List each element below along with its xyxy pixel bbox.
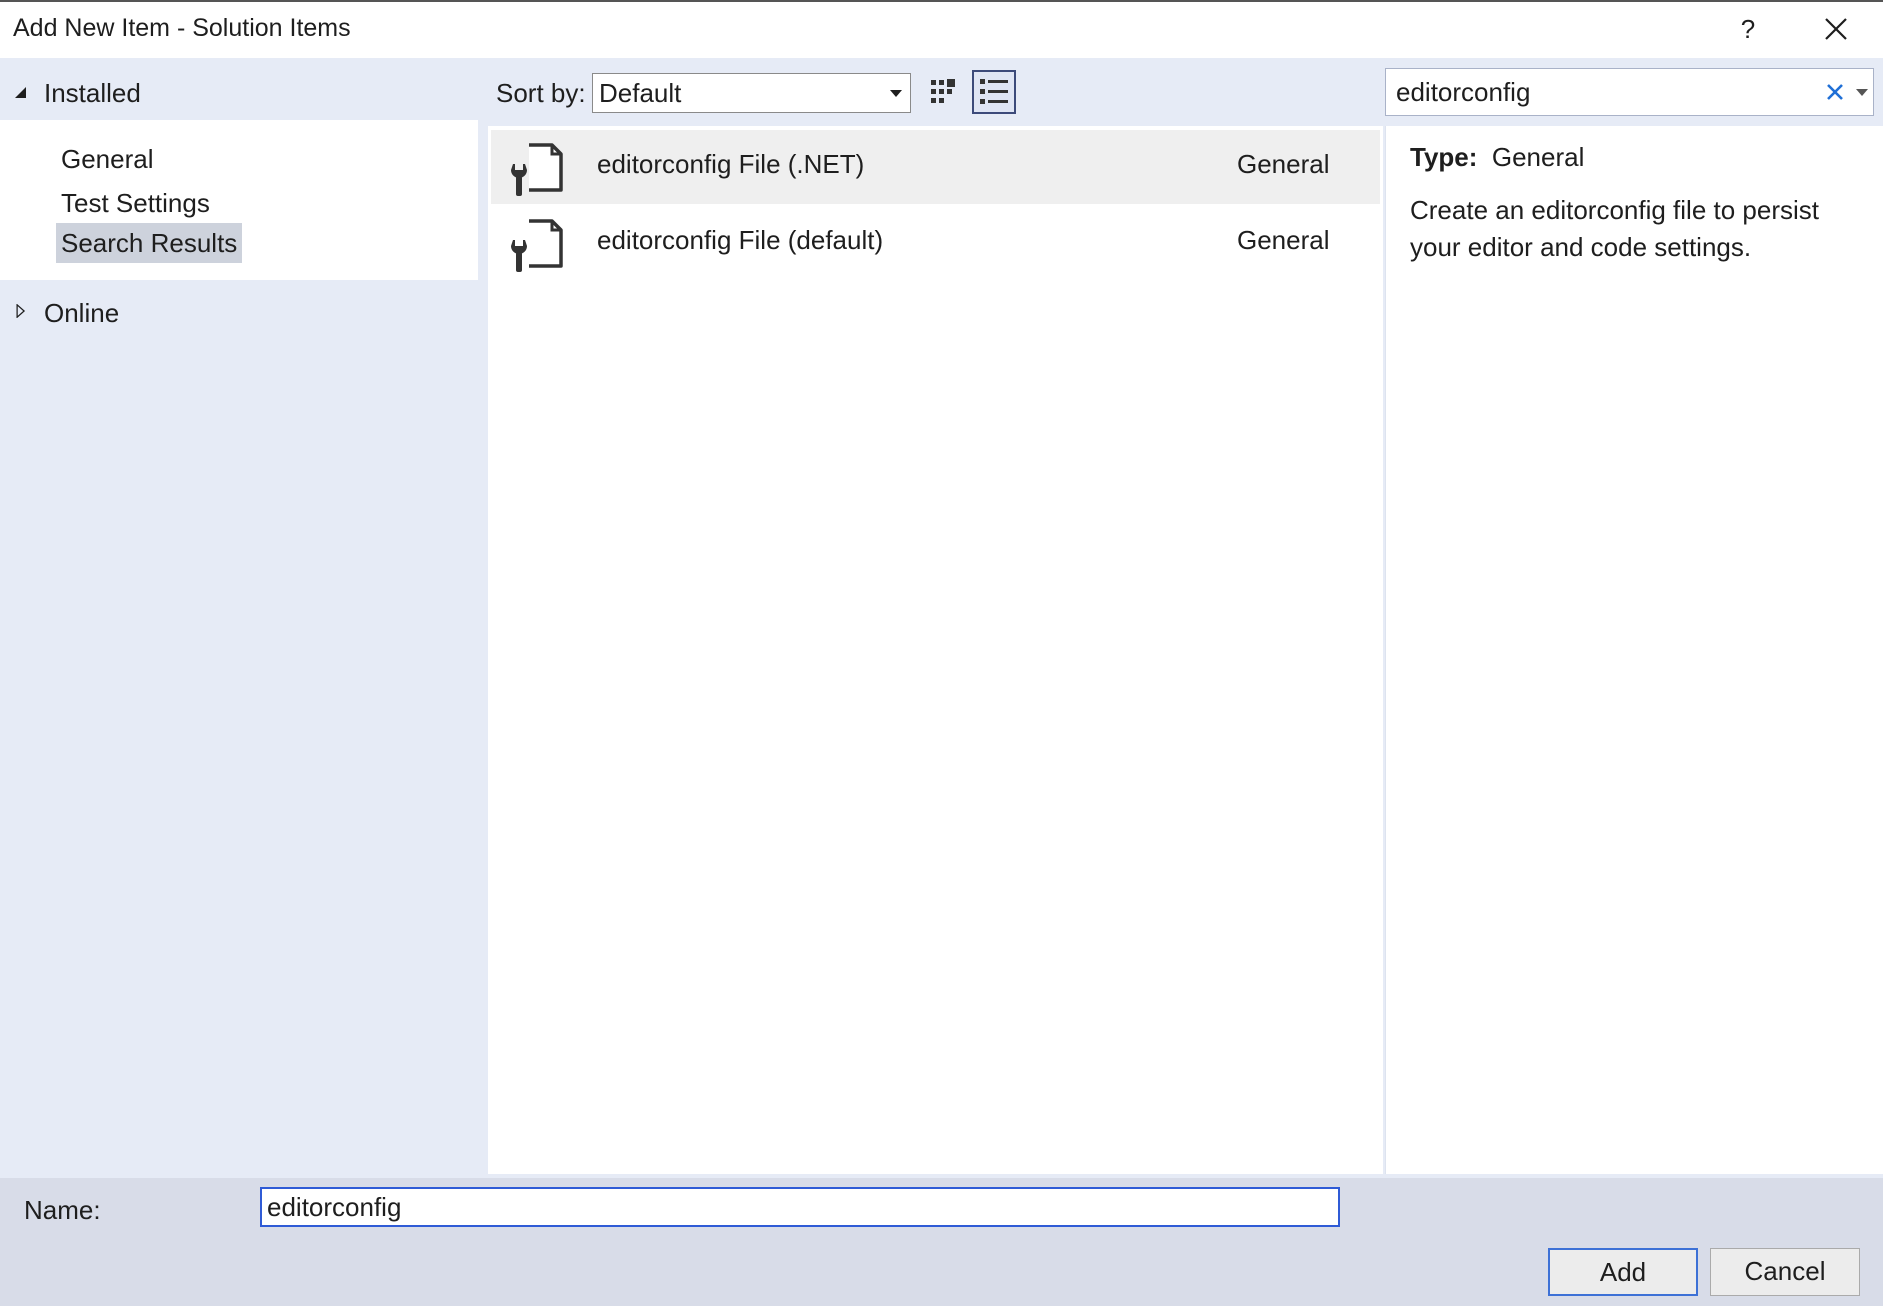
template-name: editorconfig File (.NET) [597,149,865,179]
sort-by-label: Sort by: [496,78,586,108]
search-box [1385,68,1874,116]
chevron-down-icon [890,90,902,97]
close-icon [1825,18,1847,40]
search-input[interactable] [1396,75,1776,109]
type-value: General [1491,142,1585,172]
tree-item-general[interactable]: General [56,139,159,179]
list-view-button[interactable] [972,70,1016,114]
config-file-icon [511,143,563,196]
tree-item-test-settings[interactable]: Test Settings [56,183,215,223]
sort-by-dropdown[interactable]: Default [592,73,911,113]
add-button[interactable]: Add [1548,1248,1698,1296]
sort-by-value: Default [599,78,682,108]
template-type: Type: General [1410,142,1584,173]
tree-node-installed-label: Installed [44,78,141,108]
type-key: Type: [1410,142,1478,172]
collapsed-triangle-icon [16,304,26,318]
medium-icons-view-button[interactable] [926,72,966,114]
clear-search-icon[interactable] [1824,81,1846,103]
list-view-icon [980,79,1008,104]
expanded-triangle-icon [15,87,26,98]
tree-item-search-results[interactable]: Search Results [56,223,243,263]
cancel-button[interactable]: Cancel [1710,1248,1860,1296]
template-name: editorconfig File (default) [597,225,884,255]
tree-node-online-label: Online [44,298,120,328]
tree-node-online[interactable]: Online [14,298,314,330]
help-button[interactable]: ? [1728,8,1768,50]
close-button[interactable] [1815,8,1857,50]
name-field[interactable] [260,1187,1340,1227]
details-panel: Type: General Create an editorconfig fil… [1385,126,1883,1174]
category-tree: General Test Settings Search Results [0,120,478,280]
name-label: Name: [24,1195,101,1225]
search-dropdown-icon[interactable] [1856,89,1868,96]
template-category: General [1237,225,1330,255]
template-row-editorconfig-dotnet[interactable]: editorconfig File (.NET) General [491,130,1380,204]
tree-node-installed[interactable]: Installed [14,78,314,110]
template-list: editorconfig File (.NET) General editorc… [488,126,1383,1174]
config-file-icon [511,219,563,272]
template-category: General [1237,149,1330,179]
dialog-title: Add New Item - Solution Items [13,14,351,42]
template-description: Create an editorconfig file to persist y… [1410,195,1819,262]
template-row-editorconfig-default[interactable]: editorconfig File (default) General [491,206,1380,280]
grid-view-icon [931,79,955,103]
